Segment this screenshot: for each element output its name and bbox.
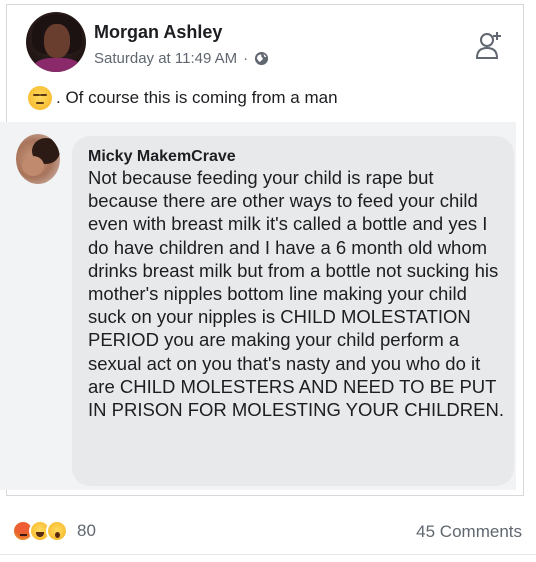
comment-author-name[interactable]: Micky MakemCrave <box>88 148 236 166</box>
reactions-summary[interactable]: 80 <box>12 520 96 542</box>
reaction-count: 80 <box>77 521 96 540</box>
commenter-avatar-face <box>22 156 44 176</box>
commenter-avatar[interactable] <box>16 134 60 184</box>
unamused-emoji-icon <box>28 86 52 110</box>
post-author-name[interactable]: Morgan Ashley <box>94 22 222 43</box>
divider <box>0 554 536 555</box>
post-body: . Of course this is coming from a man <box>56 88 338 107</box>
author-avatar[interactable] <box>26 12 86 72</box>
post-meta: Saturday at 11:49 AM · <box>94 50 269 67</box>
globe-icon <box>255 51 269 66</box>
meta-separator: · <box>243 50 249 67</box>
post-text: . Of course this is coming from a man <box>28 86 338 110</box>
post-timestamp[interactable]: Saturday at 11:49 AM <box>94 50 237 67</box>
avatar-face <box>44 24 70 58</box>
comments-count-link[interactable]: 45 Comments <box>416 522 522 542</box>
avatar-shirt <box>34 58 80 72</box>
wow-reaction-icon <box>46 520 68 542</box>
add-friend-icon[interactable] <box>476 30 502 60</box>
comment-text: Not because feeding your child is rape b… <box>88 167 504 421</box>
